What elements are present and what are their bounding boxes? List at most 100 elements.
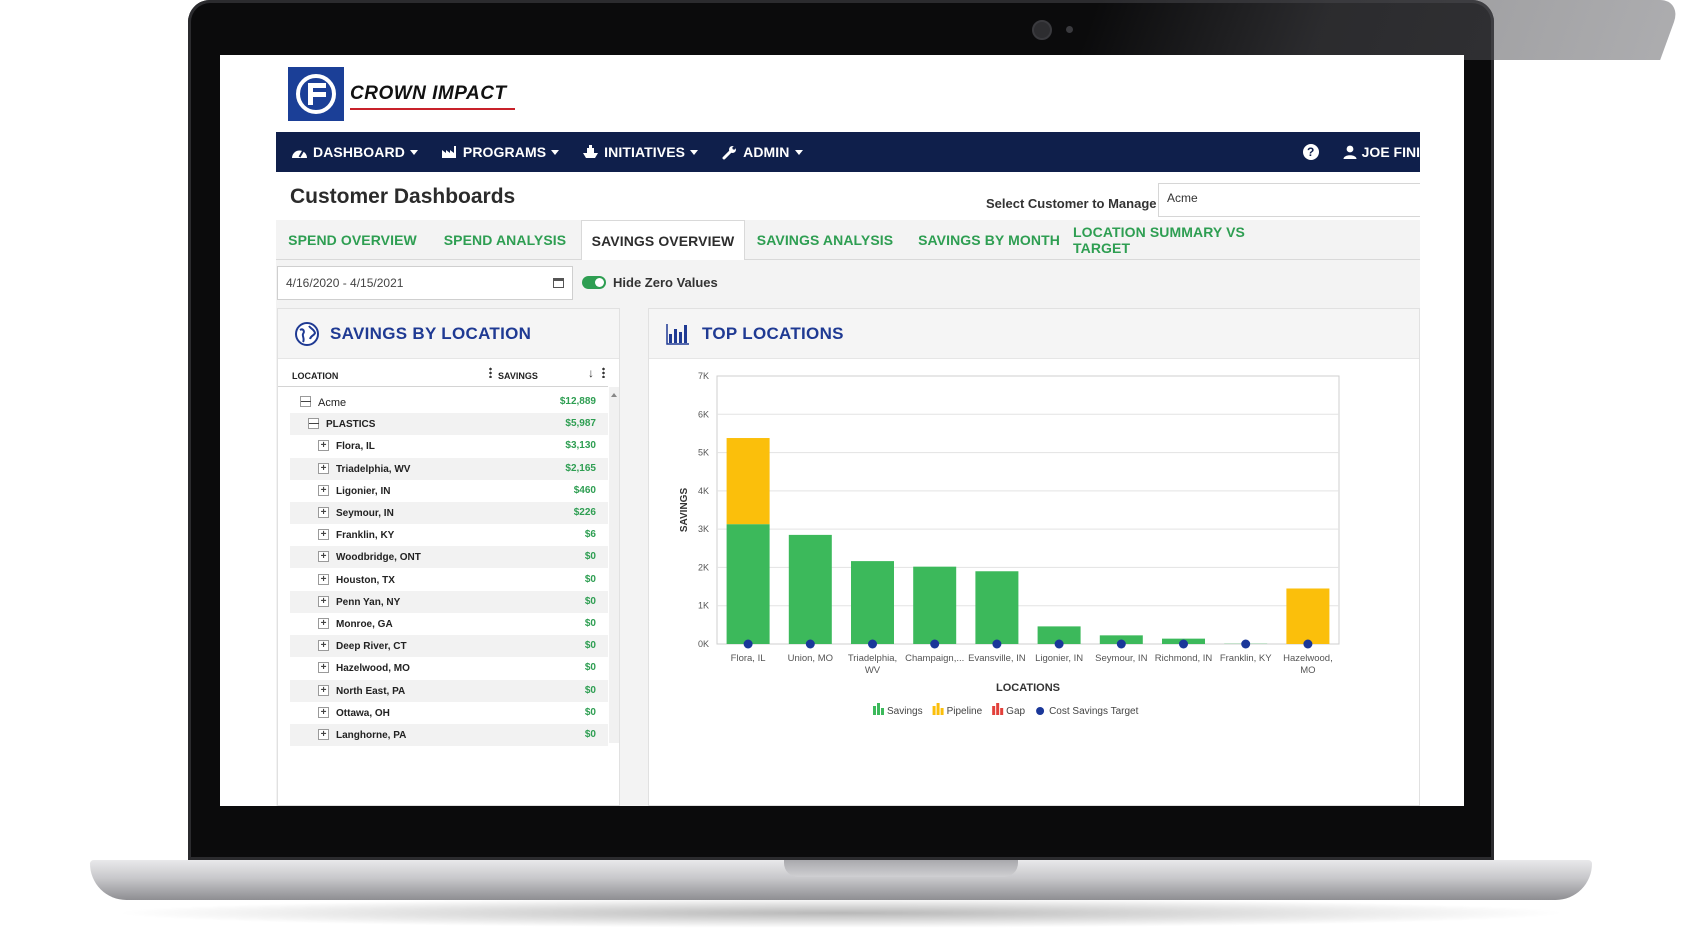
location-row[interactable]: + Hazelwood, MO $0 bbox=[290, 657, 608, 679]
brand-logo[interactable]: CROWN IMPACT bbox=[288, 67, 515, 121]
help-icon[interactable]: ? bbox=[1302, 144, 1319, 160]
legend-marker[interactable] bbox=[936, 703, 940, 715]
target-dot[interactable] bbox=[1116, 639, 1126, 649]
bar-savings[interactable] bbox=[975, 571, 1019, 644]
legend-label[interactable]: Savings bbox=[887, 706, 923, 717]
legend-marker[interactable] bbox=[992, 706, 996, 715]
expand-icon[interactable]: + bbox=[318, 573, 329, 585]
column-header-location[interactable]: LOCATION bbox=[292, 371, 338, 381]
expand-icon[interactable]: + bbox=[318, 440, 329, 452]
top-locations-panel: TOP LOCATIONS 0K 1K 2K 3K 4K 5K 6K 7K SAVINGS Flo… bbox=[648, 308, 1420, 806]
legend-marker[interactable] bbox=[1036, 707, 1045, 715]
location-name: PLASTICS bbox=[326, 419, 376, 431]
nav-dashboard[interactable]: DASHBOARD bbox=[290, 144, 418, 160]
legend-marker[interactable] bbox=[1000, 708, 1004, 715]
location-row[interactable]: + Triadelphia, WV $2,165 bbox=[290, 457, 608, 480]
legend-label[interactable]: Pipeline bbox=[947, 706, 983, 717]
location-row[interactable]: + Woodbridge, ONT $0 bbox=[290, 546, 608, 569]
bar-savings[interactable] bbox=[851, 561, 894, 644]
tab-savings-overview[interactable]: SAVINGS OVERVIEW bbox=[581, 220, 745, 261]
location-row[interactable]: + Langhorne, PA $0 bbox=[290, 724, 608, 746]
legend-marker[interactable] bbox=[877, 703, 880, 715]
date-range-input[interactable]: 4/16/2020 - 4/15/2021 bbox=[277, 266, 573, 300]
nav-admin[interactable]: ADMIN bbox=[720, 144, 803, 160]
location-row[interactable]: + Penn Yan, NY $0 bbox=[290, 590, 608, 613]
calendar-icon[interactable] bbox=[553, 278, 564, 288]
legend-marker[interactable] bbox=[996, 703, 1000, 715]
nav-programs[interactable]: PROGRAMS bbox=[440, 144, 560, 160]
location-row[interactable]: + Ottawa, OH $0 bbox=[290, 702, 608, 724]
target-dot[interactable] bbox=[930, 639, 940, 649]
location-row[interactable]: — Acme $12,889 bbox=[290, 391, 608, 413]
tab-location-summary-vs-target[interactable]: LOCATION SUMMARY VS TARGET bbox=[1073, 220, 1295, 260]
expand-icon[interactable]: + bbox=[318, 706, 329, 718]
sort-desc-icon[interactable]: ↓ bbox=[588, 366, 594, 380]
hide-zero-toggle[interactable] bbox=[582, 276, 606, 289]
location-row[interactable]: + Monroe, GA $0 bbox=[290, 613, 608, 635]
customer-select-input[interactable]: Acme bbox=[1158, 183, 1420, 217]
expand-icon[interactable]: + bbox=[318, 684, 329, 696]
collapse-icon[interactable]: — bbox=[308, 418, 319, 430]
legend-marker[interactable] bbox=[932, 706, 936, 715]
location-row[interactable]: + Seymour, IN $226 bbox=[290, 502, 608, 524]
location-row[interactable]: + Flora, IL $3,130 bbox=[290, 435, 608, 457]
bar-savings[interactable] bbox=[726, 524, 770, 644]
scroll-up-icon[interactable] bbox=[611, 393, 617, 397]
expand-icon[interactable]: + bbox=[318, 662, 329, 674]
nav-initiatives[interactable]: INITIATIVES bbox=[581, 144, 699, 160]
grid-scrollbar[interactable] bbox=[609, 387, 619, 743]
bar-pipeline[interactable] bbox=[1286, 588, 1330, 644]
target-dot[interactable] bbox=[805, 639, 815, 649]
location-name: Flora, IL bbox=[336, 441, 375, 453]
target-dot[interactable] bbox=[992, 639, 1002, 649]
expand-icon[interactable]: + bbox=[318, 640, 329, 652]
target-dot[interactable] bbox=[1241, 639, 1251, 649]
column-menu-icon[interactable] bbox=[602, 367, 605, 378]
tab-savings-analysis[interactable]: SAVINGS ANALYSIS bbox=[745, 220, 905, 260]
expand-icon[interactable]: + bbox=[318, 529, 329, 541]
date-range-value: 4/16/2020 - 4/15/2021 bbox=[286, 276, 404, 290]
expand-icon[interactable]: + bbox=[318, 551, 329, 563]
bar-savings[interactable] bbox=[913, 566, 957, 644]
location-savings-value: $0 bbox=[584, 706, 596, 718]
target-dot[interactable] bbox=[743, 639, 753, 649]
location-name: Triadelphia, WV bbox=[336, 463, 411, 475]
expand-icon[interactable]: + bbox=[318, 484, 329, 496]
target-dot[interactable] bbox=[868, 639, 877, 649]
chevron-down-icon bbox=[409, 149, 418, 155]
location-name: Monroe, GA bbox=[336, 619, 393, 630]
location-row[interactable]: — PLASTICS $5,987 bbox=[290, 413, 608, 436]
collapse-icon[interactable]: — bbox=[300, 396, 311, 407]
legend-label[interactable]: Cost Savings Target bbox=[1049, 706, 1139, 717]
column-menu-icon[interactable] bbox=[489, 367, 492, 378]
legend-marker[interactable] bbox=[873, 706, 876, 715]
location-row[interactable]: + Franklin, KY $6 bbox=[290, 524, 608, 546]
target-dot[interactable] bbox=[1179, 639, 1188, 649]
tab-savings-by-month[interactable]: SAVINGS BY MONTH bbox=[905, 220, 1073, 260]
location-row[interactable]: + Deep River, CT $0 bbox=[290, 635, 608, 658]
screen: CROWN IMPACT DASHBOARD PROGRAMS INITIATI… bbox=[220, 55, 1464, 806]
expand-icon[interactable]: + bbox=[318, 462, 329, 474]
expand-icon[interactable]: + bbox=[318, 595, 329, 607]
location-name: Hazelwood, MO bbox=[336, 663, 410, 675]
bar-savings[interactable] bbox=[788, 534, 832, 644]
location-row[interactable]: + Houston, TX $0 bbox=[290, 569, 608, 591]
legend-marker[interactable] bbox=[881, 708, 884, 715]
expand-icon[interactable]: + bbox=[318, 507, 329, 518]
column-header-savings[interactable]: SAVINGS bbox=[498, 371, 538, 381]
legend-label[interactable]: Gap bbox=[1006, 706, 1025, 717]
expand-icon[interactable]: + bbox=[318, 729, 329, 740]
bar-pipeline[interactable] bbox=[726, 438, 770, 525]
expand-icon[interactable]: + bbox=[318, 618, 329, 629]
target-dot[interactable] bbox=[1054, 639, 1064, 649]
location-row[interactable]: + North East, PA $0 bbox=[290, 679, 608, 702]
brand-name: CROWN IMPACT bbox=[350, 83, 515, 110]
chevron-down-icon bbox=[794, 149, 803, 155]
tab-spend-overview[interactable]: SPEND OVERVIEW bbox=[276, 220, 429, 260]
tab-spend-analysis[interactable]: SPEND ANALYSIS bbox=[429, 220, 581, 260]
user-menu[interactable]: JOE FINI bbox=[1343, 144, 1420, 160]
target-dot[interactable] bbox=[1303, 639, 1313, 649]
location-row[interactable]: + Ligonier, IN $460 bbox=[290, 480, 608, 502]
location-savings-value: $0 bbox=[584, 662, 596, 674]
legend-marker[interactable] bbox=[940, 708, 944, 715]
